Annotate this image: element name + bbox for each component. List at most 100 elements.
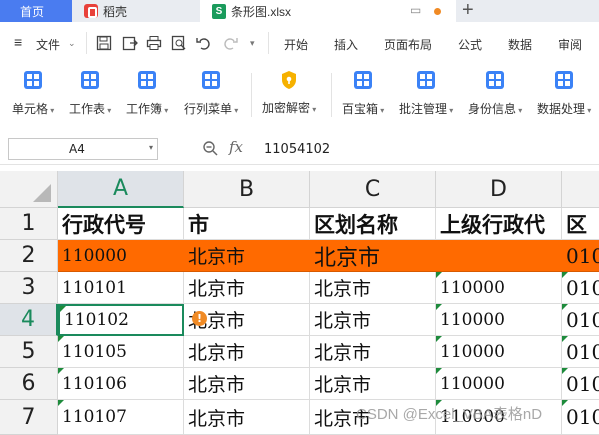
cell-b5[interactable]: 北京市 xyxy=(184,336,310,368)
text-number-marker xyxy=(562,336,568,342)
row-header-6[interactable]: 6 xyxy=(0,368,58,400)
export-icon[interactable] xyxy=(122,35,138,51)
redo-icon[interactable] xyxy=(222,35,238,51)
cell-c1[interactable]: 区划名称 xyxy=(310,208,436,240)
cell-d6[interactable]: 110000 xyxy=(436,368,562,400)
name-box[interactable]: A4 ▾ xyxy=(8,138,158,160)
new-tab-button[interactable]: + xyxy=(462,0,474,20)
ribbon-sheet-button[interactable]: 工作表 xyxy=(69,67,111,123)
column-header-a[interactable]: A xyxy=(58,171,184,208)
menu-file[interactable]: 文件 xyxy=(36,36,60,53)
cell-c4[interactable]: 北京市 xyxy=(310,304,436,336)
ribbon-label: 工作表 xyxy=(69,100,111,117)
column-header-e[interactable] xyxy=(562,171,599,208)
ribbon-label: 单元格 xyxy=(12,100,54,117)
menu-review[interactable]: 审阅 xyxy=(558,36,582,53)
menu-page-layout[interactable]: 页面布局 xyxy=(384,36,432,53)
watermark: CSDN @Excel_VBA表格nD xyxy=(356,406,543,423)
cell-e5[interactable]: 010 xyxy=(562,336,599,368)
menu-data[interactable]: 数据 xyxy=(508,36,532,53)
cell-c2[interactable]: 北京市 xyxy=(310,240,436,272)
row-header-1[interactable]: 1 xyxy=(0,208,58,240)
spreadsheet-icon: S xyxy=(212,3,226,19)
cell-b4[interactable]: ! 北京市 xyxy=(184,304,310,336)
cell-b6[interactable]: 北京市 xyxy=(184,368,310,400)
cell-d3[interactable]: 110000 xyxy=(436,272,562,304)
cell-b2[interactable]: 北京市 xyxy=(184,240,310,272)
unsaved-dot-icon xyxy=(434,8,441,15)
cell-e4-value: 010 xyxy=(566,307,599,332)
chevron-down-icon[interactable]: ⌄ xyxy=(68,38,76,49)
print-icon[interactable] xyxy=(146,35,162,51)
ribbon-rowcol-menu-button[interactable]: 行列菜单 xyxy=(184,67,238,123)
tab-home-label: 首页 xyxy=(20,4,45,19)
cell-d1[interactable]: 上级行政代 xyxy=(436,208,562,240)
row-header-3[interactable]: 3 xyxy=(0,272,58,304)
cell-c6[interactable]: 北京市 xyxy=(310,368,436,400)
cell-a2[interactable]: 110000 xyxy=(58,240,184,272)
hamburger-icon[interactable]: ≡ xyxy=(14,34,22,50)
ribbon-cell-button[interactable]: 单元格 xyxy=(12,67,54,123)
monitor-icon[interactable]: ▭ xyxy=(410,3,421,17)
cell-a7[interactable]: 110107 xyxy=(58,400,184,435)
save-icon[interactable] xyxy=(96,35,112,51)
cell-d2[interactable] xyxy=(436,240,562,272)
column-header-c[interactable]: C xyxy=(310,171,436,208)
more-icon[interactable]: ▾ xyxy=(250,38,255,49)
cell-e4[interactable]: 010 xyxy=(562,304,599,336)
cell-a4-value: 110102 xyxy=(64,310,129,330)
name-box-value: A4 xyxy=(69,142,85,156)
cell-b3[interactable]: 北京市 xyxy=(184,272,310,304)
row-header-5[interactable]: 5 xyxy=(0,336,58,368)
cell-d5[interactable]: 110000 xyxy=(436,336,562,368)
row-header-4[interactable]: 4 xyxy=(0,304,58,336)
ribbon-label: 百宝箱 xyxy=(342,100,384,117)
tab-bar: 首页 稻壳 S 条形图.xlsx ▭ + xyxy=(0,0,599,22)
cell-a6[interactable]: 110106 xyxy=(58,368,184,400)
cell-e7[interactable]: 010 xyxy=(562,400,599,435)
select-all-corner[interactable] xyxy=(0,171,58,208)
cell-a3[interactable]: 110101 xyxy=(58,272,184,304)
zoom-icon[interactable] xyxy=(202,140,218,156)
menu-insert[interactable]: 插入 xyxy=(334,36,358,53)
ribbon-toolbox-button[interactable]: 百宝箱 xyxy=(342,67,384,123)
cell-b1[interactable]: 市 xyxy=(184,208,310,240)
undo-icon[interactable] xyxy=(196,35,212,51)
tab-docer[interactable]: 稻壳 xyxy=(72,0,200,22)
cell-a1[interactable]: 行政代号 xyxy=(58,208,184,240)
ribbon-comment-manage-button[interactable]: 批注管理 xyxy=(399,67,453,123)
cell-e3[interactable]: 010 xyxy=(562,272,599,304)
column-header-b[interactable]: B xyxy=(184,171,310,208)
grid-icon xyxy=(202,71,221,89)
ribbon-workbook-button[interactable]: 工作簿 xyxy=(126,67,168,123)
cell-e1[interactable]: 区 xyxy=(562,208,599,240)
cell-a5[interactable]: 110105 xyxy=(58,336,184,368)
cell-a4[interactable]: 110102 xyxy=(58,304,184,336)
ribbon-label: 数据处理 xyxy=(537,100,591,117)
chevron-down-icon[interactable]: ▾ xyxy=(149,143,153,152)
menu-start[interactable]: 开始 xyxy=(284,36,308,53)
tab-home[interactable]: 首页 xyxy=(0,0,72,22)
cell-e2[interactable]: 010 xyxy=(562,240,599,272)
cell-d4[interactable]: 110000 xyxy=(436,304,562,336)
ribbon-encrypt-button[interactable]: 加密解密 xyxy=(262,67,316,123)
ribbon-id-info-button[interactable]: 身份信息 xyxy=(468,67,522,123)
cell-e6[interactable]: 010 xyxy=(562,368,599,400)
column-header-d[interactable]: D xyxy=(436,171,562,208)
tab-file[interactable]: S 条形图.xlsx ▭ xyxy=(200,0,456,22)
ribbon-data-process-button[interactable]: 数据处理 xyxy=(537,67,591,123)
grid-icon xyxy=(81,71,100,89)
cell-b7[interactable]: 北京市 xyxy=(184,400,310,435)
print-preview-icon[interactable] xyxy=(171,35,187,51)
warning-icon[interactable]: ! xyxy=(192,311,207,326)
menu-formula[interactable]: 公式 xyxy=(458,36,482,53)
row-header-7[interactable]: 7 xyxy=(0,400,58,435)
cell-c5[interactable]: 北京市 xyxy=(310,336,436,368)
row-header-2[interactable]: 2 xyxy=(0,240,58,272)
function-icon[interactable]: fx xyxy=(229,138,243,156)
grid-icon xyxy=(24,71,43,89)
cell-c3[interactable]: 北京市 xyxy=(310,272,436,304)
grid-icon xyxy=(486,71,505,89)
ribbon-label: 批注管理 xyxy=(399,100,453,117)
formula-input[interactable]: 11054102 xyxy=(264,142,330,157)
